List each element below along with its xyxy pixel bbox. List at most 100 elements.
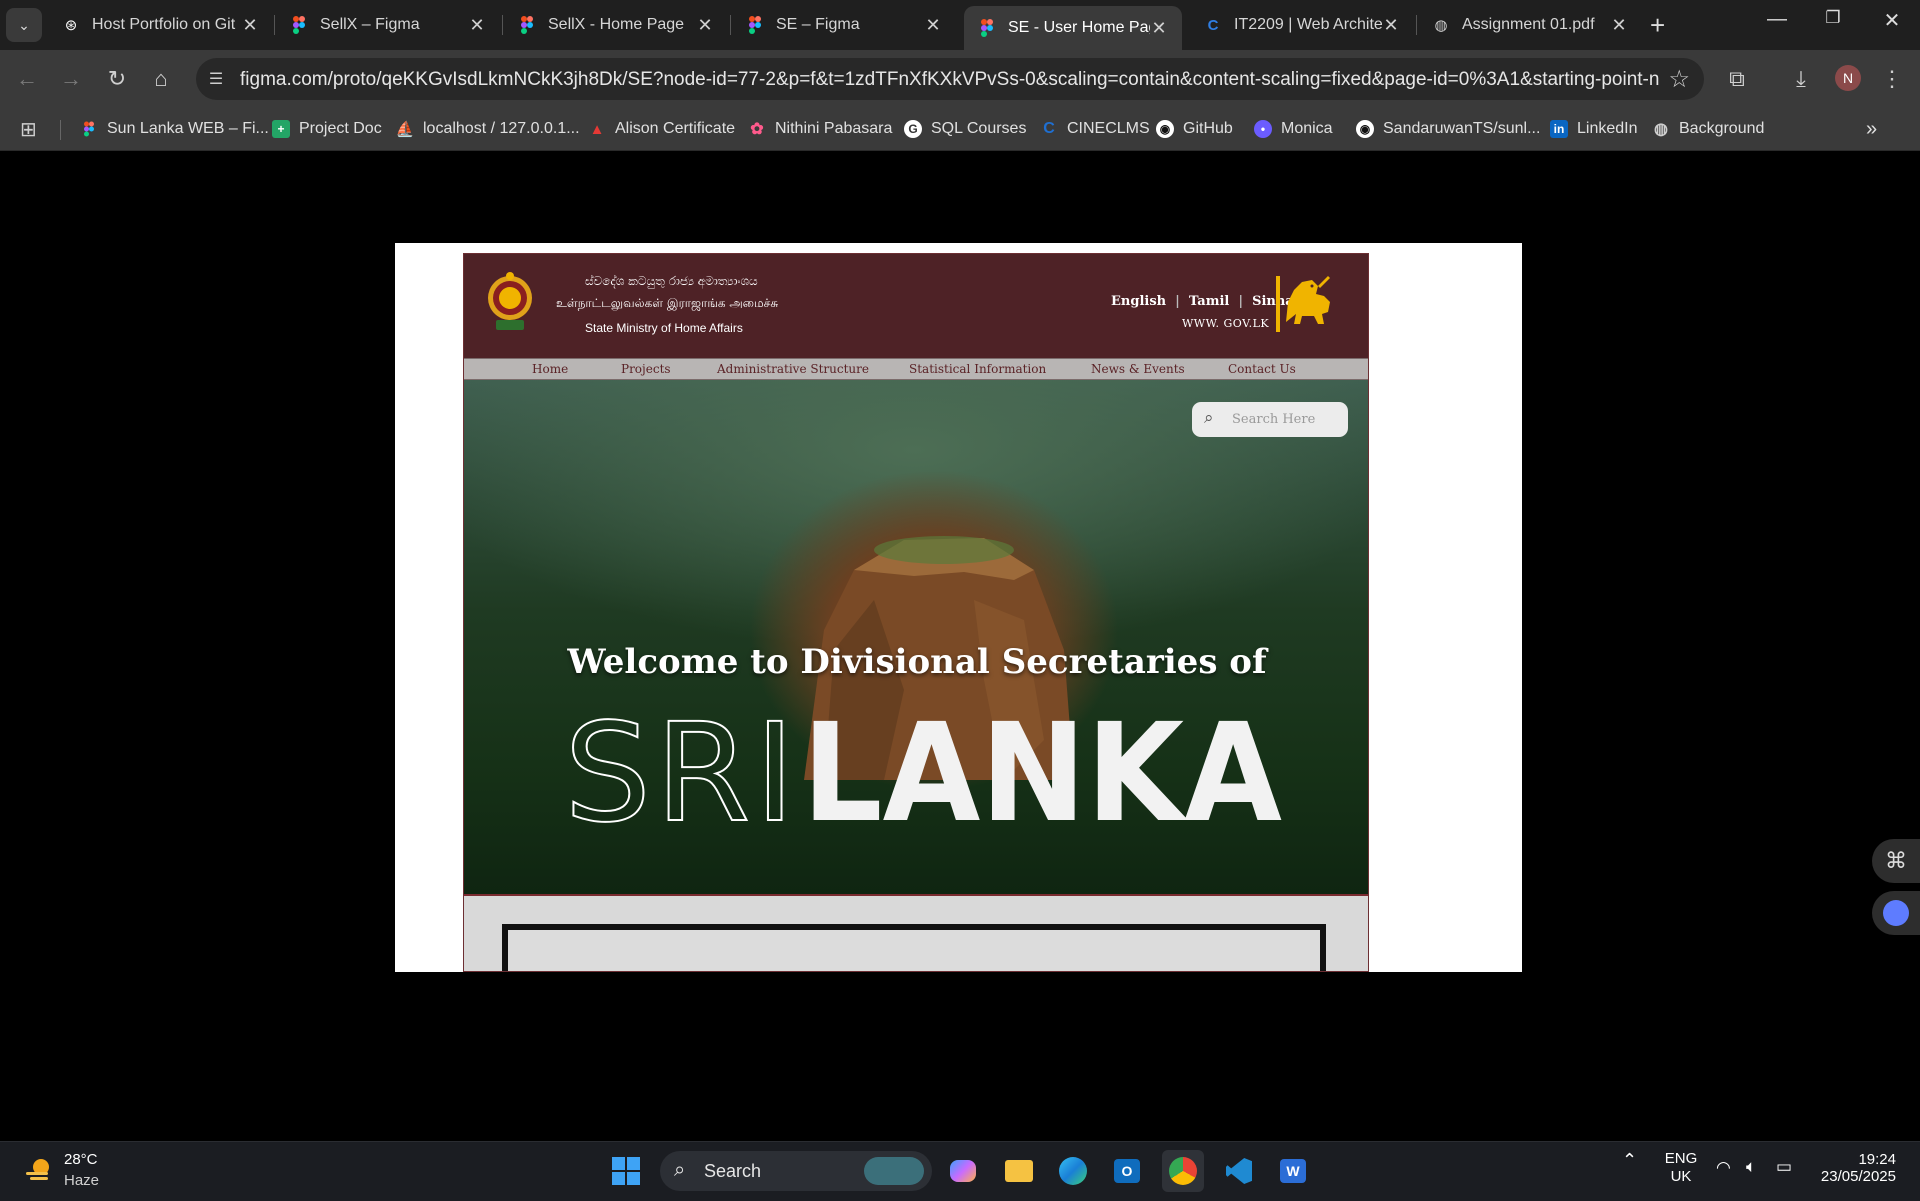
minimize-button[interactable]: — [1757,8,1797,31]
browser-menu-icon[interactable]: ⋮ [1875,62,1909,96]
start-button[interactable] [605,1150,647,1192]
bookmark-background[interactable]: ◍ Background [1652,116,1764,142]
bookmark-monica[interactable]: • Monica [1254,116,1333,142]
volume-icon[interactable]: 🔈︎ [1746,1157,1756,1177]
nav-projects[interactable]: Projects [621,362,671,376]
nav-contact-us[interactable]: Contact Us [1228,362,1296,376]
tab-separator [730,15,731,35]
vscode-icon[interactable] [1218,1150,1260,1192]
nav-administrative-structure[interactable]: Administrative Structure [717,362,869,376]
github-icon: ◉ [1356,120,1374,138]
lang-tamil[interactable]: Tamil [1180,294,1239,309]
tab-assignment-pdf[interactable]: ◍ Assignment 01.pdf ✕ [1418,6,1642,44]
chrome-icon[interactable] [1162,1150,1204,1192]
close-tab-icon[interactable]: ✕ [696,15,714,36]
bookmark-project-doc[interactable]: + Project Doc [272,116,382,142]
home-button[interactable]: ⌂ [144,62,178,96]
bookmark-github[interactable]: ◉ GitHub [1156,116,1233,142]
bookmark-sun-lanka[interactable]: Sun Lanka WEB – Fi... [80,116,269,142]
reload-button[interactable]: ↻ [100,62,134,96]
weather-temperature[interactable]: 28°C [64,1151,98,1168]
swirl-icon: ✿ [750,121,764,138]
input-language-indicator[interactable]: ENG UK [1664,1150,1698,1186]
bookmark-nithini[interactable]: ✿ Nithini Pabasara [748,116,892,142]
nav-home[interactable]: Home [532,362,568,376]
gov-lk-link[interactable]: WWW. GOV.LK [1182,317,1269,330]
url-text[interactable]: figma.com/proto/qeKKGvIsdLkmNCkK3jh8Dk/S… [240,69,1660,91]
close-tab-icon[interactable]: ✕ [924,15,942,36]
courseweb-icon: C [1207,16,1219,34]
bookmark-sql-courses[interactable]: G SQL Courses [904,116,1026,142]
figma-icon [290,16,308,34]
bookmark-label: SandaruwanTS/sunl... [1383,120,1541,137]
outlook-icon[interactable]: O [1106,1150,1148,1192]
figma-icon [978,19,996,37]
tab-sellx-home-page[interactable]: SellX - Home Page ✕ [504,6,728,44]
close-tab-icon[interactable]: ✕ [241,15,259,36]
site-navigation: Home Projects Administrative Structure S… [464,358,1368,380]
monica-assistant-icon[interactable] [1872,891,1920,935]
site-search-box[interactable]: ⌕ Search Here [1192,402,1348,437]
back-button[interactable]: ← [10,62,44,96]
nav-statistical-information[interactable]: Statistical Information [909,362,1046,376]
bookmark-linkedin[interactable]: in LinkedIn [1550,116,1638,142]
close-tab-icon[interactable]: ✕ [1610,15,1628,36]
forward-button[interactable]: → [54,62,88,96]
new-tab-button[interactable]: + [1650,10,1665,41]
lang-english[interactable]: English [1102,294,1175,309]
language-code: ENG [1664,1150,1698,1167]
show-hidden-icons-chevron[interactable]: ⌃ [1622,1150,1637,1171]
tab-title: SE - User Home Page [1008,19,1150,36]
more-bookmarks-icon[interactable]: » [1866,116,1877,142]
figma-icon [80,120,98,138]
close-tab-icon[interactable]: ✕ [468,15,486,36]
welcome-heading: Welcome to Divisional Secretaries of [567,642,1267,682]
file-explorer-icon[interactable] [998,1150,1040,1192]
figma-icon [746,16,764,34]
google-icon: G [904,120,922,138]
haze-weather-icon[interactable] [24,1154,54,1184]
globe-icon: ◍ [1654,121,1668,138]
tab-host-portfolio[interactable]: ⊛ Host Portfolio on Git ✕ [48,6,273,44]
wifi-icon[interactable]: ◠ [1716,1158,1731,1178]
tab-separator [274,15,275,35]
bookmark-label: localhost / 127.0.0.1... [423,120,580,137]
bookmark-cineclms[interactable]: C CINECLMS [1040,116,1149,142]
taskbar-search[interactable]: ⌕ Search [660,1151,932,1191]
apps-grid-icon[interactable]: ⊞ [20,116,37,142]
battery-icon[interactable]: ▭ [1776,1157,1792,1177]
extensions-icon[interactable]: ⧉ [1720,62,1754,96]
close-window-button[interactable]: ✕ [1872,8,1912,33]
edge-browser-icon[interactable] [1052,1150,1094,1192]
bookmark-label: GitHub [1183,120,1233,137]
tab-title: Host Portfolio on Git [92,16,236,33]
search-placeholder[interactable]: Search Here [1232,412,1315,427]
profile-avatar[interactable]: N [1835,65,1861,91]
command-widget-icon[interactable]: ⌘ [1872,839,1920,883]
tab-se-user-home-page[interactable]: SE - User Home Page ✕ [964,6,1182,50]
address-bar[interactable]: ☰ figma.com/proto/qeKKGvIsdLkmNCkK3jh8Dk… [196,58,1704,100]
weather-condition[interactable]: Haze [64,1172,99,1189]
bookmark-label: Sun Lanka WEB – Fi... [107,120,269,137]
close-tab-icon[interactable]: ✕ [1150,18,1168,39]
system-clock[interactable]: 19:24 23/05/2025 [1818,1151,1896,1185]
bookmark-alison[interactable]: ▲ Alison Certificate [588,116,735,142]
tab-se-figma[interactable]: SE – Figma ✕ [732,6,956,44]
tab-search-menu-button[interactable]: ⌄ [6,8,42,42]
close-tab-icon[interactable]: ✕ [1382,15,1400,36]
tab-it2209[interactable]: C IT2209 | Web Archite ✕ [1190,6,1414,44]
nav-news-events[interactable]: News & Events [1091,362,1185,376]
restore-button[interactable]: ❐ [1813,8,1853,28]
site-info-icon[interactable]: ☰ [206,69,226,89]
sri-lanka-hero-text: SRI LANKA [564,710,1282,830]
bookmark-label: Monica [1281,120,1333,137]
copilot-icon[interactable] [942,1150,984,1192]
clock-time: 19:24 [1858,1151,1896,1168]
tab-sellx-figma[interactable]: SellX – Figma ✕ [276,6,500,44]
bookmark-star-icon[interactable]: ☆ [1668,65,1690,94]
hero-banner: ⌕ Search Here Welcome to Divisional Secr… [464,380,1368,894]
bookmark-localhost[interactable]: ⛵ localhost / 127.0.0.1... [396,116,580,142]
word-icon[interactable]: W [1272,1150,1314,1192]
download-icon[interactable]: ⤓ [1784,62,1818,96]
bookmark-sandaruwan[interactable]: ◉ SandaruwanTS/sunl... [1356,116,1540,142]
